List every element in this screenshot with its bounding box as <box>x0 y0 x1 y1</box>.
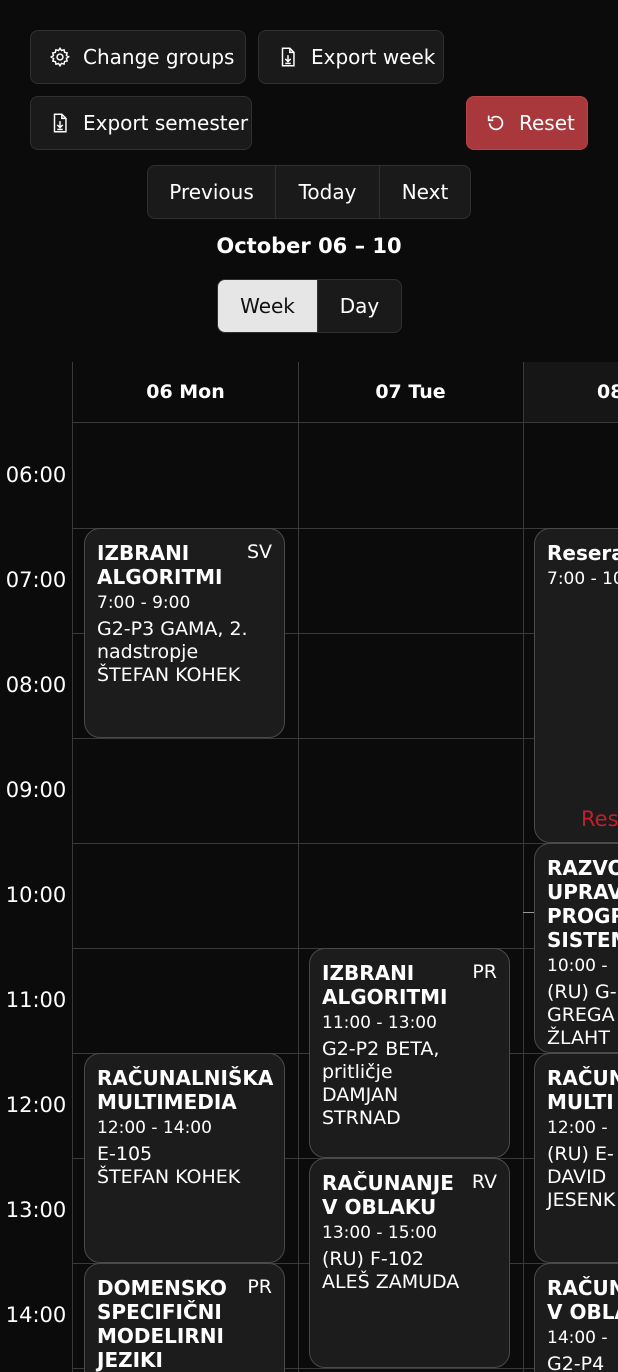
next-button[interactable]: Next <box>379 166 470 218</box>
time-label: 09:00 <box>5 778 67 802</box>
day-header-wed: 08 <box>523 362 618 422</box>
event-time: 12:00 - <box>547 1118 608 1138</box>
export-semester-button[interactable]: Export semester <box>30 96 252 150</box>
event-type-badge: PR <box>472 961 497 983</box>
file-download-icon <box>281 47 295 67</box>
event-type-badge: SV <box>246 541 272 563</box>
event-title: RAČUNALNIŠKA MULTIMEDIA <box>97 1066 274 1114</box>
event-lecturer: GREGA ŽLAHT <box>547 1004 615 1049</box>
change-groups-button[interactable]: Change groups <box>30 30 246 84</box>
event-card[interactable]: Reseras 7:00 - 10 Res <box>534 528 618 843</box>
reset-button[interactable]: Reset <box>466 96 588 150</box>
today-button[interactable]: Today <box>275 166 379 218</box>
event-lecturer: ALEŠ ZAMUDA <box>322 1271 460 1293</box>
gear-icon <box>49 46 70 68</box>
event-room: (RU) E- <box>547 1143 614 1165</box>
event-type-badge: PR <box>247 1276 272 1298</box>
export-semester-label: Export semester <box>83 111 249 135</box>
event-time: 11:00 - 13:00 <box>322 1013 437 1033</box>
event-title: IZBRANI ALGORITMI <box>322 961 448 1009</box>
event-card[interactable]: RAČUNALNIŠKA MULTIMEDIA 12:00 - 14:00 E-… <box>84 1053 285 1263</box>
event-room: E-105 <box>97 1143 153 1165</box>
time-label: 10:00 <box>5 883 67 907</box>
event-status: Res <box>581 807 618 831</box>
time-label: 06:00 <box>5 463 67 487</box>
reset-icon <box>487 115 504 131</box>
event-room: G2-P4 <box>547 1353 605 1372</box>
day-header-mon: 06 Mon <box>146 381 225 403</box>
date-navigation: Previous Today Next <box>147 165 471 219</box>
event-time: 10:00 - <box>547 956 608 976</box>
time-label: 13:00 <box>5 1198 67 1222</box>
header-divider <box>72 422 618 423</box>
time-label: 12:00 <box>5 1093 67 1117</box>
event-lecturer: DAVID JESENK <box>547 1166 616 1211</box>
event-card[interactable]: RAČUN V OBLA 14:00 - G2-P4 <box>534 1263 618 1372</box>
view-day-button[interactable]: Day <box>317 280 401 332</box>
event-card[interactable]: RAČUNANJE V OBLAKU RV 13:00 - 15:00 (RU)… <box>309 1158 510 1368</box>
export-week-label: Export week <box>311 45 436 69</box>
change-groups-label: Change groups <box>83 45 235 69</box>
event-room: (RU) F-102 <box>322 1248 425 1270</box>
time-label: 11:00 <box>5 988 67 1012</box>
event-time: 13:00 - 15:00 <box>322 1223 437 1243</box>
event-card[interactable]: DOMENSKO SPECIFIČNI MODELIRNI JEZIKI PR <box>84 1263 285 1372</box>
view-week-button[interactable]: Week <box>218 280 317 332</box>
event-type-badge: RV <box>471 1171 497 1193</box>
event-time: 12:00 - 14:00 <box>97 1118 212 1138</box>
event-room: G2-P3 GAMA, 2. nadstropje <box>97 618 248 663</box>
reset-label: Reset <box>519 111 575 135</box>
time-label: 07:00 <box>5 568 67 592</box>
event-lecturer: ŠTEFAN KOHEK <box>97 1166 241 1188</box>
calendar-grid: 06 Mon 07 Tue 08 06:00 07:00 08:00 09:00… <box>0 362 618 1372</box>
event-room: (RU) G- <box>547 981 617 1003</box>
date-range-title: October 06 – 10 <box>216 234 402 258</box>
time-label: 08:00 <box>5 673 67 697</box>
file-download-icon <box>53 113 67 133</box>
event-title: RAZVO UPRAV PROGR SISTEM <box>547 856 618 952</box>
hour-line <box>72 843 618 844</box>
column-divider <box>72 362 73 1372</box>
event-card[interactable]: RAZVO UPRAV PROGR SISTEM 10:00 - (RU) G-… <box>534 843 618 1053</box>
column-divider <box>523 362 524 1372</box>
event-card[interactable]: IZBRANI ALGORITMI PR 11:00 - 13:00 G2-P2… <box>309 948 510 1158</box>
view-toggle: Week Day <box>217 279 402 333</box>
event-lecturer: DAMJAN STRNAD <box>322 1084 401 1129</box>
event-room: G2-P2 BETA, pritličje <box>322 1038 440 1083</box>
event-title: RAČUNANJE V OBLAKU <box>322 1171 454 1219</box>
event-time: 7:00 - 10 <box>547 569 618 589</box>
event-title: RAČUN MULTI <box>547 1066 618 1114</box>
time-label: 14:00 <box>5 1303 67 1327</box>
event-lecturer: ŠTEFAN KOHEK <box>97 664 241 686</box>
event-time: 14:00 - <box>547 1328 608 1348</box>
previous-button[interactable]: Previous <box>148 166 275 218</box>
event-card[interactable]: RAČUN MULTI 12:00 - (RU) E- DAVID JESENK <box>534 1053 618 1263</box>
export-week-button[interactable]: Export week <box>258 30 444 84</box>
event-title: IZBRANI ALGORITMI <box>97 541 223 589</box>
event-time: 7:00 - 9:00 <box>97 593 191 613</box>
event-card[interactable]: IZBRANI ALGORITMI SV 7:00 - 9:00 G2-P3 G… <box>84 528 285 738</box>
event-title: DOMENSKO SPECIFIČNI MODELIRNI JEZIKI <box>97 1276 227 1372</box>
column-divider <box>298 362 299 1372</box>
event-title: RAČUN V OBLA <box>547 1276 618 1324</box>
day-header-tue: 07 Tue <box>375 381 446 403</box>
event-title: Reseras <box>547 541 618 565</box>
